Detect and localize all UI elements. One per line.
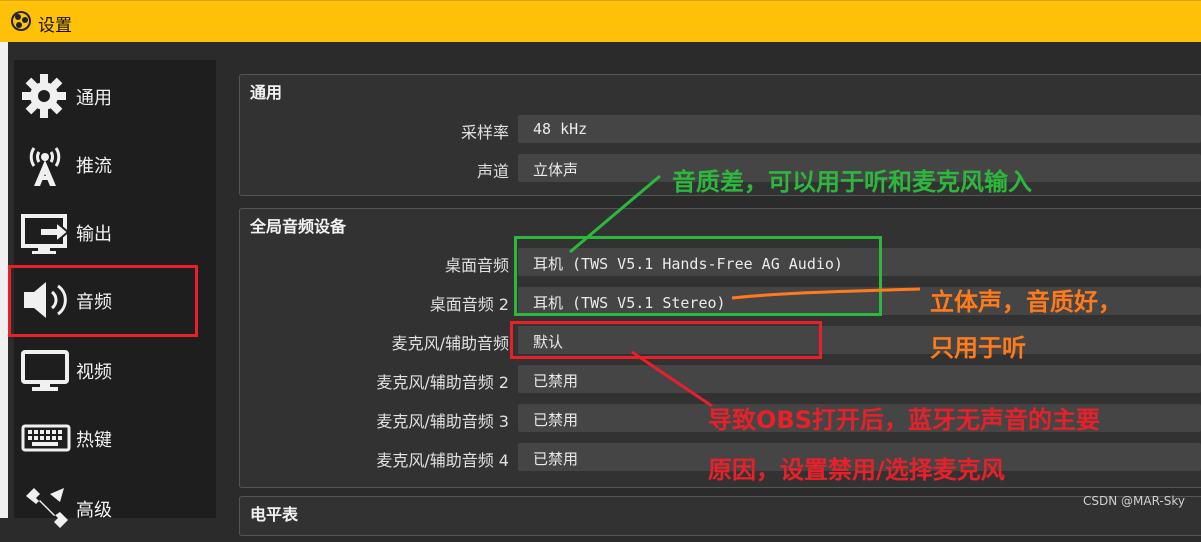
green-pointer-line [569, 174, 661, 254]
red-annotation-line2: 原因，设置禁用/选择麦克风 [708, 456, 1005, 484]
annotation-lines [569, 174, 921, 408]
orange-annotation-line1: 立体声，音质好， [930, 288, 1122, 316]
red-annotation-line1: 导致OBS打开后，蓝牙无声音的主要 [708, 406, 1100, 434]
red-pointer-line [631, 350, 713, 408]
orange-pointer-line [731, 287, 921, 300]
green-annotation-note: 音质差，可以用于听和麦克风输入 [672, 168, 1032, 196]
orange-annotation-line2: 只用于听 [930, 334, 1026, 362]
watermark: CSDN @MAR-Sky [1082, 494, 1185, 508]
